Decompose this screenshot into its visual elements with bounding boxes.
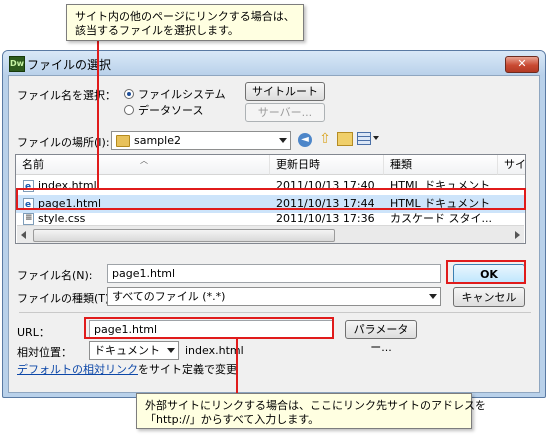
radio-data-source-label[interactable]: データソース	[138, 102, 203, 118]
folder-icon	[116, 135, 130, 147]
highlight-url-field	[84, 317, 334, 339]
filename-label: ファイル名(N):	[17, 269, 93, 282]
scroll-left-icon[interactable]	[21, 231, 26, 239]
relative-to-select[interactable]: ドキュメント	[89, 341, 179, 360]
new-folder-icon[interactable]	[337, 132, 353, 146]
callout-top: サイト内の他のページにリンクする場合は、 該当するファイルを選択します。	[66, 4, 304, 41]
cancel-button[interactable]: キャンセル	[453, 287, 525, 307]
column-header-modified[interactable]: 更新日時	[270, 155, 384, 175]
title-bar: Dw ファイルの選択 ✕	[3, 51, 545, 75]
scroll-thumb[interactable]	[33, 229, 335, 242]
sort-ascending-icon: ︿	[140, 156, 148, 165]
relative-target: index.html	[185, 344, 244, 357]
dreamweaver-app-icon: Dw	[9, 56, 25, 72]
filetype-label: ファイルの種類(T):	[17, 292, 114, 305]
filename-input[interactable]: page1.html	[107, 264, 441, 283]
radio-data-source[interactable]	[124, 105, 134, 115]
view-dropdown-icon[interactable]	[373, 136, 379, 140]
column-header-name[interactable]: 名前 ︿	[16, 155, 270, 175]
server-button: サーバー...	[245, 103, 325, 122]
up-folder-icon[interactable]: ⇧	[317, 131, 333, 147]
url-label: URL：	[17, 326, 50, 339]
separator	[19, 312, 531, 313]
look-in-value: sample2	[134, 134, 181, 147]
filetype-select[interactable]: すべてのファイル (*.*)	[107, 287, 441, 306]
look-in-combo[interactable]: sample2	[111, 131, 291, 150]
view-menu-icon[interactable]	[357, 132, 371, 145]
site-root-button[interactable]: サイトルート	[245, 82, 325, 101]
dialog-body: ファイル名を選択： ファイルシステム データソース サイトルート サーバー...…	[8, 75, 540, 393]
scroll-right-icon[interactable]	[515, 231, 520, 239]
parameters-button[interactable]: パラメーター...	[345, 320, 417, 354]
chevron-down-icon[interactable]	[429, 294, 437, 299]
column-header-size[interactable]: サイ	[498, 155, 525, 175]
highlight-selected-file	[16, 188, 526, 210]
chevron-down-icon[interactable]	[279, 138, 287, 143]
file-select-dialog: Dw ファイルの選択 ✕ ファイル名を選択： ファイルシステム データソース サ…	[2, 50, 546, 398]
callout-top-line2: 該当するファイルを選択します。	[75, 24, 239, 37]
close-button[interactable]: ✕	[505, 56, 539, 73]
select-from-label: ファイル名を選択：	[17, 89, 116, 102]
back-icon[interactable]: ◄	[298, 133, 312, 147]
callout-leader-top	[97, 40, 99, 189]
default-relative-link-row: デフォルトの相対リンクをサイト定義で変更	[17, 363, 237, 376]
file-row-style[interactable]: style.css 2011/10/13 17:36 カスケード スタイ...	[16, 213, 525, 225]
horizontal-scrollbar[interactable]	[17, 225, 524, 243]
css-file-icon	[23, 213, 34, 225]
radio-file-system[interactable]	[124, 89, 134, 99]
callout-top-line1: サイト内の他のページにリンクする場合は、	[75, 10, 295, 23]
radio-file-system-label[interactable]: ファイルシステム	[138, 86, 226, 102]
chevron-down-icon[interactable]	[167, 348, 175, 353]
highlight-ok-button	[446, 260, 526, 284]
callout-bottom-line1: 外部サイトにリンクする場合は、ここにリンク先サイトのアドレスを	[145, 399, 486, 412]
relative-to-label: 相対位置：	[17, 346, 72, 359]
callout-bottom: 外部サイトにリンクする場合は、ここにリンク先サイトのアドレスを 「http://…	[136, 393, 486, 429]
default-relative-link[interactable]: デフォルトの相対リンク	[17, 363, 138, 376]
callout-bottom-line2: 「http://」からすべて入力します。	[145, 413, 320, 426]
look-in-label: ファイルの場所(I):	[17, 136, 110, 149]
callout-leader-bottom	[236, 338, 238, 394]
column-header-type[interactable]: 種類	[384, 155, 498, 175]
